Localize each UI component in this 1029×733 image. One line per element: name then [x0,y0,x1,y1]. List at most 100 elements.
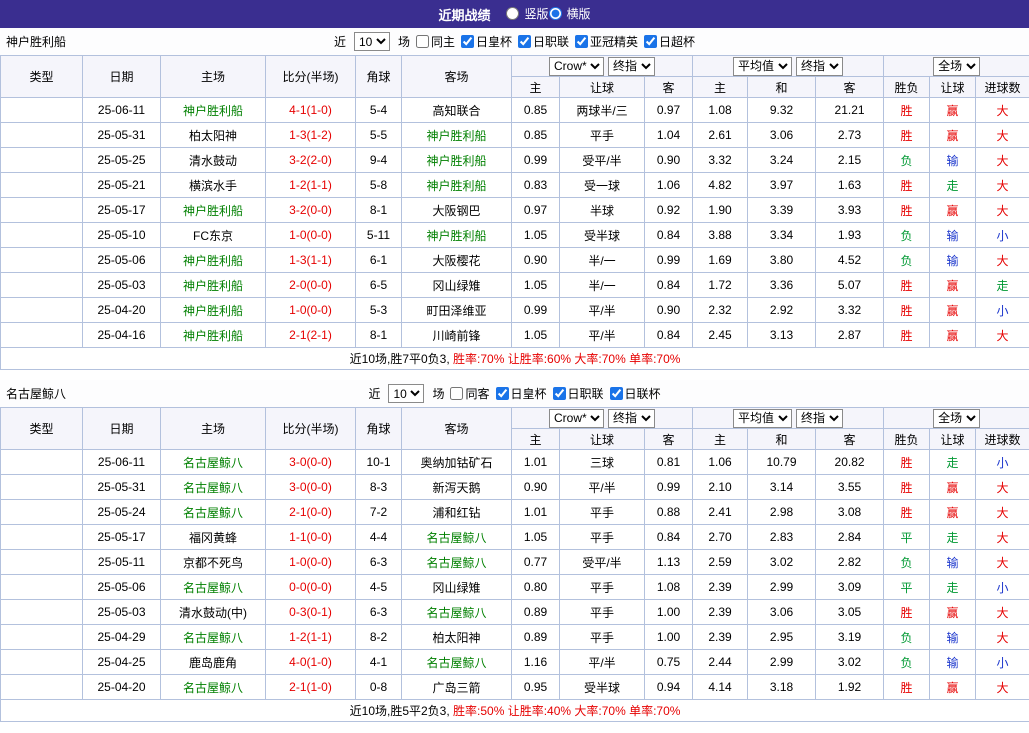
date-cell: 25-04-20 [82,297,161,323]
avg-away-cell: 4.52 [815,247,885,273]
crow-company-select[interactable]: Crow* [549,408,604,428]
away-team-cell: 浦和红钻 [401,499,512,525]
filter-checkbox[interactable]: 日皇杯 [495,385,547,402]
filter-checkbox-input[interactable] [644,35,658,48]
summary-cell: 近10场,胜7平0负3, 胜率:70% 让胜率:60% 大率:70% 单率:70… [0,347,1029,370]
filter-checkbox[interactable]: 日职联 [518,33,569,50]
games-label: 场 [432,387,445,401]
handicap-result-cell: 赢 [929,474,977,500]
date-cell: 25-05-24 [82,499,161,525]
avg-away-cell: 2.87 [815,322,885,348]
home-team-cell: 福冈黄蜂 [160,524,266,550]
score-cell: 3-0(0-0) [265,474,356,500]
filter-checkbox[interactable]: 同主 [415,33,455,50]
match-result-cell: 负 [883,624,931,650]
odds-home-cell: 1.05 [511,322,560,348]
full-match-select[interactable]: 全场 [933,408,981,428]
results-table: 类型 日期 主场 比分(半场) 角球 客场 Crow* 终指 平均值 终指 全场主让球客主和客胜负让… [0,407,1029,722]
home-team-cell: 神户胜利船 [160,322,266,348]
date-cell: 25-05-03 [82,599,161,625]
filter-checkbox-input[interactable] [609,387,623,400]
layout-radio[interactable] [506,7,520,20]
average-odds-select[interactable]: 平均值 [733,408,793,428]
sub-column-header: 主 [511,76,560,98]
sub-column-header: 胜负 [883,428,931,450]
score-cell: 2-0(0-0) [265,272,356,298]
odds-away-cell: 0.81 [643,449,694,475]
filter-checkbox[interactable]: 日皇杯 [460,33,512,50]
handicap-cell: 平手 [559,499,645,525]
handicap-cell: 受平/半 [559,147,645,173]
final-index-select[interactable]: 终指 [796,56,844,76]
filter-checkbox[interactable]: 亚冠精英 [575,33,638,50]
handicap-result-cell: 输 [929,549,977,575]
filter-checkbox-input[interactable] [415,35,429,48]
away-team-cell: 名古屋鲸八 [401,649,512,675]
filter-checkbox-input[interactable] [460,35,474,48]
filter-checkbox-input[interactable] [450,387,464,400]
page-title: 近期战绩 [438,7,491,23]
full-match-select[interactable]: 全场 [933,56,981,76]
goals-result-cell: 小 [975,449,1029,475]
corner-cell: 4-5 [355,574,402,600]
filter-checkbox[interactable]: 同客 [450,385,490,402]
recent-count-select[interactable]: 10 [388,384,425,403]
filter-checkbox-input[interactable] [575,35,589,48]
competition-cell: 日职联 [0,549,83,575]
layout-radio[interactable] [548,7,562,20]
layout-option[interactable]: 横版 [548,5,591,22]
filter-checkbox[interactable]: 日联杯 [609,385,661,402]
summary-stats: 胜率:50% 让胜率:40% 大率:70% 单率:70% [453,704,681,718]
table-row: 日职联 25-05-17 福冈黄蜂 1-1(0-0) 4-4 名古屋鲸八 1.05 平手 0.8… [0,524,1029,550]
panel-head: 名古屋鲸八 近 10 场 同客 日皇杯 日职联 日联杯 [0,380,1029,407]
competition-cell: 日职联 [0,624,83,650]
avg-away-cell: 2.82 [815,549,885,575]
match-result-cell: 负 [883,649,931,675]
recent-count-select[interactable]: 10 [353,32,390,51]
column-header: 客场 [401,407,512,450]
away-team-cell: 冈山绿雉 [401,574,512,600]
sub-column-header: 让球 [929,428,977,450]
final-index-select[interactable]: 终指 [608,56,655,76]
away-team-cell: 大阪钢巴 [401,197,512,223]
score-cell: 0-0(0-0) [265,574,356,600]
goals-result-cell: 大 [975,147,1029,173]
competition-cell: 日职联 [0,147,83,173]
avg-draw-cell: 2.83 [747,524,817,550]
competition-cell: 日职联 [0,674,83,700]
topbar: 近期战绩 竖版 横版 [0,0,1029,28]
handicap-cell: 半球 [559,197,645,223]
avg-away-cell: 3.55 [815,474,885,500]
summary-lead: 近10场,胜7平0负3, [349,352,454,366]
final-index-select[interactable]: 终指 [608,408,655,428]
handicap-cell: 平/半 [559,322,645,348]
avg-draw-cell: 3.97 [747,172,817,198]
column-header: 角球 [355,407,402,450]
filter-checkbox-label: 日职联 [533,35,570,49]
filter-checkbox[interactable]: 日超杯 [644,33,695,50]
table-row: 日职联 25-04-20 名古屋鲸八 2-1(1-0) 0-8 广岛三箭 0.95 受半球 0.… [0,674,1029,700]
filter-checkbox-input[interactable] [518,35,531,48]
odds-away-cell: 1.06 [643,172,694,198]
away-team-cell: 高知联合 [401,97,512,123]
home-team-cell: 清水鼓动 [160,147,266,173]
date-cell: 25-05-10 [82,222,161,248]
layout-option[interactable]: 竖版 [506,5,549,22]
match-result-cell: 胜 [883,322,931,348]
handicap-result-cell: 赢 [929,122,977,148]
filter-checkbox-label: 亚冠精英 [590,35,639,49]
handicap-cell: 受半球 [559,222,645,248]
filter-bar: 近 10 场 同客 日皇杯 日职联 日联杯 [368,384,661,403]
match-result-cell: 负 [883,147,931,173]
average-odds-select[interactable]: 平均值 [733,56,793,76]
away-team-cell: 町田泽维亚 [401,297,512,323]
filter-checkbox-input[interactable] [495,387,509,400]
away-team-cell: 广岛三箭 [401,674,512,700]
filter-checkbox-label: 日皇杯 [510,387,547,401]
final-index-select[interactable]: 终指 [796,408,844,428]
filter-checkbox-input[interactable] [552,387,566,400]
crow-company-select[interactable]: Crow* [549,56,604,76]
odds-home-cell: 0.80 [511,574,560,600]
competition-cell: 日职联 [0,297,83,323]
filter-checkbox[interactable]: 日职联 [552,385,604,402]
